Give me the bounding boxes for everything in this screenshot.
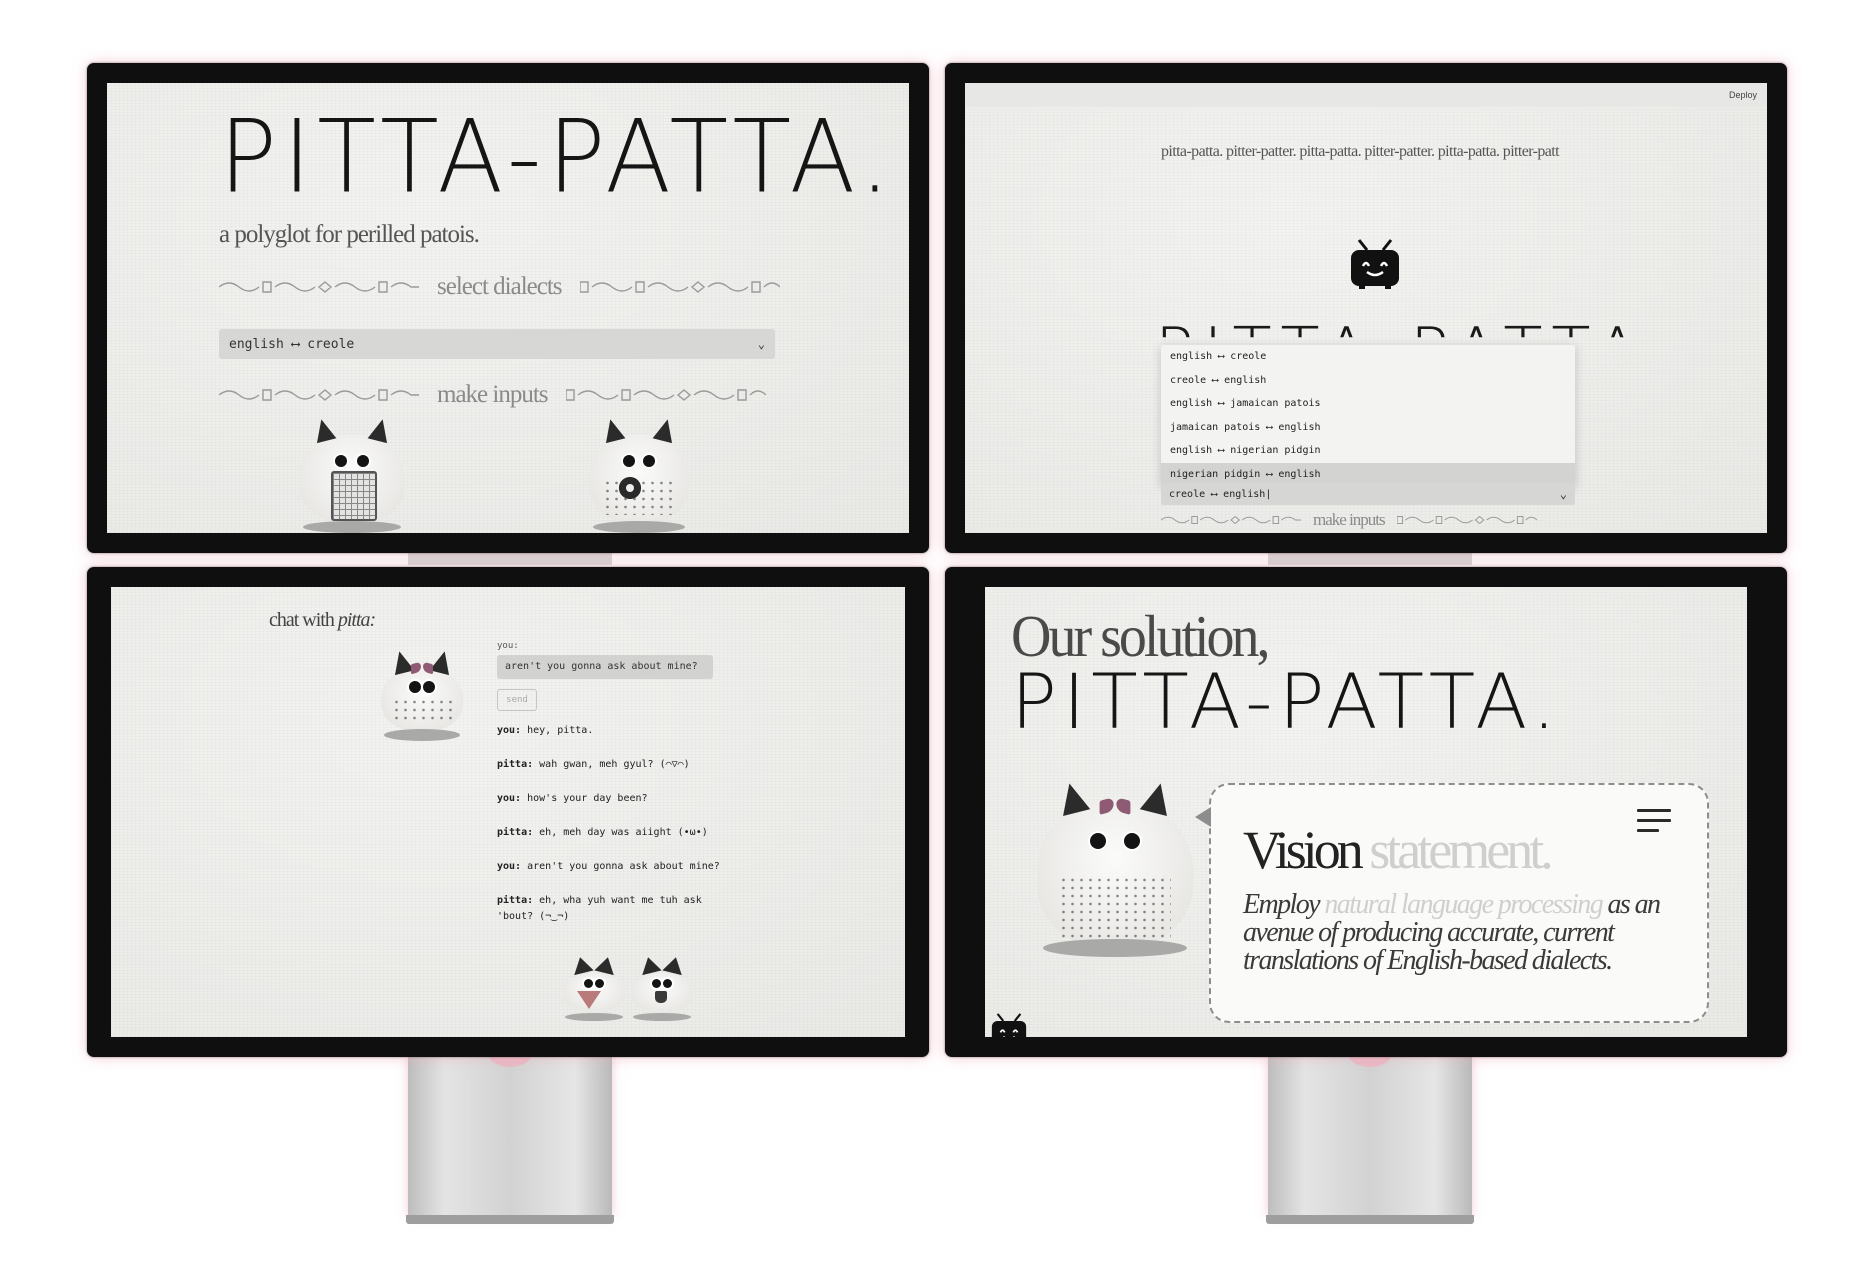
chat-message: pitta: eh, meh day was aiight (•ω•) <box>497 827 708 838</box>
vision-body: Employ natural language processing as an… <box>1243 889 1661 976</box>
dropdown-option[interactable]: creole ⟷ english <box>1161 369 1575 393</box>
dialect-select[interactable]: english ⟷ creole ⌄ <box>219 329 775 359</box>
dropdown-option[interactable]: jamaican patois ⟷ english <box>1161 416 1575 440</box>
slide-title: PITTA-PATTA. <box>1011 657 1563 746</box>
input-label: you: <box>497 641 519 651</box>
hamburger-menu-icon[interactable] <box>1637 809 1671 839</box>
divider-select-dialects: select dialects <box>219 273 780 301</box>
app-tagline: a polyglot for perilled patois. <box>219 221 480 248</box>
cup-prop-icon <box>655 991 667 1003</box>
chat-heading-name: pitta: <box>337 609 376 631</box>
mascot-with-donut <box>589 413 689 533</box>
ornament-divider-icon <box>579 281 780 293</box>
tv-mascot-icon <box>1351 239 1399 289</box>
dropdown-option[interactable]: english ⟷ creole <box>1161 345 1575 369</box>
send-button[interactable]: send <box>497 689 537 711</box>
dropdown-option[interactable]: english ⟷ nigerian pidgin <box>1161 439 1575 463</box>
monitor-stand-left <box>406 1039 614 1224</box>
mascot-with-bow <box>1037 777 1193 957</box>
keyboard-prop-icon <box>331 471 377 521</box>
tv-mascot-icon <box>991 1013 1027 1037</box>
screen-dialect-dropdown: Deploy pitta-patta. pitter-patter. pitta… <box>965 83 1767 533</box>
mascot-with-cup <box>631 951 693 1021</box>
pizza-prop-icon <box>577 991 601 1009</box>
mascot-with-keyboard <box>299 413 405 533</box>
chat-heading: chat with pitta: <box>269 609 376 631</box>
chat-message: you: hey, pitta. <box>497 725 594 736</box>
ornament-divider-icon <box>1161 515 1301 525</box>
app-topbar: Deploy <box>965 83 1767 107</box>
monitor-neck-left <box>408 551 612 565</box>
app-title: PITTA-PATTA. <box>219 98 897 216</box>
screen-vision: Our solution, PITTA-PATTA. Vision statem… <box>985 587 1747 1037</box>
monitor-top-right: Deploy pitta-patta. pitter-patter. pitta… <box>945 63 1787 553</box>
dropdown-option[interactable]: english ⟷ jamaican patois <box>1161 392 1575 416</box>
chat-message: you: aren't you gonna ask about mine? <box>497 861 720 872</box>
mascot-chat-avatar <box>381 645 463 741</box>
chat-input[interactable]: aren't you gonna ask about mine? <box>497 655 713 679</box>
vision-card: Vision statement. Employ natural languag… <box>1195 783 1709 1023</box>
monitor-neck-right <box>1268 551 1472 565</box>
mascot-with-pizza <box>563 951 625 1021</box>
divider-make-inputs: make inputs <box>1161 510 1537 530</box>
dialect-select-open[interactable]: creole ⟷ english| ⌄ <box>1161 483 1575 505</box>
ornament-divider-icon <box>219 281 419 293</box>
monitor-stand-right <box>1266 1039 1474 1224</box>
chevron-down-icon: ⌄ <box>757 337 765 351</box>
screen-chat: chat with pitta: you: aren't you gonna a… <box>111 587 905 1037</box>
screen-landing: PITTA-PATTA. a polyglot for perilled pat… <box>107 83 909 533</box>
divider-label-select: select dialects <box>437 273 563 300</box>
ornament-divider-icon <box>1396 515 1537 525</box>
ornament-divider-icon <box>219 389 419 401</box>
chevron-down-icon: ⌄ <box>1559 487 1567 501</box>
chat-message: you: how's your day been? <box>497 793 648 804</box>
divider-label-inputs: make inputs <box>437 381 549 408</box>
ornament-divider-icon <box>565 389 766 401</box>
monitor-bottom-left: chat with pitta: you: aren't you gonna a… <box>87 567 929 1057</box>
dialect-select-value: english ⟷ creole <box>229 336 355 352</box>
dialect-select-value: creole ⟷ english| <box>1169 488 1272 500</box>
monitor-top-left: PITTA-PATTA. a polyglot for perilled pat… <box>87 63 929 553</box>
divider-make-inputs: make inputs <box>219 381 766 409</box>
dialect-dropdown-menu: english ⟷ creole creole ⟷ english englis… <box>1161 345 1575 486</box>
deploy-button[interactable]: Deploy <box>1729 90 1757 100</box>
chat-message: pitta: wah gwan, meh gyul? (⌒▽⌒) <box>497 759 690 770</box>
marquee-text: pitta-patta. pitter-patter. pitta-patta.… <box>1161 143 1560 160</box>
vision-heading: Vision statement. <box>1243 820 1554 880</box>
chat-message: pitta: eh, wha yuh want me tuh ask 'bout… <box>497 895 702 922</box>
monitor-bottom-right: Our solution, PITTA-PATTA. Vision statem… <box>945 567 1787 1057</box>
divider-label-inputs: make inputs <box>1313 510 1386 529</box>
chat-log: you: hey, pitta. pitta: wah gwan, meh gy… <box>497 723 723 943</box>
